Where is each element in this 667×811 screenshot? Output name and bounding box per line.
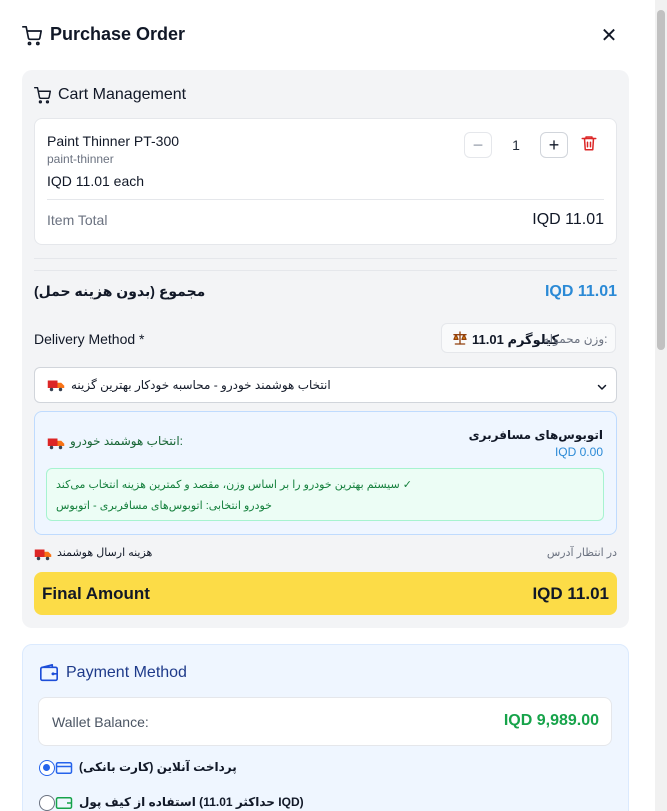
smart-selection-label: انتخاب هوشمند خودرو: xyxy=(70,434,183,448)
truck-icon xyxy=(47,436,65,455)
cart-section-title: Cart Management xyxy=(58,86,187,103)
smart-shipping-label: هزینه ارسال هوشمند xyxy=(57,547,153,559)
scale-icon xyxy=(452,330,468,351)
decrease-quantity-button[interactable]: − xyxy=(464,132,492,158)
payment-section-title: Payment Method xyxy=(66,664,187,681)
delivery-method-select[interactable]: انتخاب هوشمند خودرو - محاسبه خودکار بهتر… xyxy=(34,367,617,403)
scrollbar-thumb[interactable] xyxy=(657,10,665,350)
credit-card-icon xyxy=(55,760,73,781)
final-amount-value: IQD 11.01 xyxy=(532,584,609,603)
wallet-balance-value: IQD 9,989.00 xyxy=(503,712,599,729)
delivery-select-value: انتخاب هوشمند خودرو - محاسبه خودکار بهتر… xyxy=(71,378,331,392)
weight-label: وزن محموله: xyxy=(543,332,608,346)
smart-note: سیستم بهترین خودرو را بر اساس وزن، مقصد … xyxy=(56,479,412,491)
smart-note-box xyxy=(46,468,604,521)
wallet-icon xyxy=(55,795,73,811)
online-payment-radio[interactable] xyxy=(39,760,55,776)
subtotal-value: IQD 11.01 xyxy=(544,283,617,300)
wallet-payment-label[interactable]: استفاده از کیف پول (حداکثر 11.01 IQD) xyxy=(79,795,304,809)
close-icon[interactable]: ✕ xyxy=(598,26,620,48)
wallet-balance-label: Wallet Balance: xyxy=(52,714,149,730)
quantity-value: 1 xyxy=(512,137,520,153)
final-amount-label: Final Amount xyxy=(42,584,150,603)
wallet-icon xyxy=(39,664,59,687)
item-total-label: Item Total xyxy=(47,212,108,228)
wallet-payment-radio[interactable] xyxy=(39,795,55,811)
vehicle-name: اتوبوس‌های مسافربری xyxy=(468,428,603,442)
page-title: Purchase Order xyxy=(50,24,186,44)
delivery-method-label: Delivery Method * xyxy=(34,331,145,347)
divider xyxy=(47,199,604,200)
truck-icon xyxy=(47,378,65,397)
vehicle-price: IQD 0.00 xyxy=(554,445,603,459)
truck-icon xyxy=(34,547,52,566)
item-name: Paint Thinner PT-300 xyxy=(47,133,180,149)
modal-header: Purchase Order ✕ xyxy=(0,0,655,72)
weight-badge: 11.01 کیلوگرم وزن محموله: xyxy=(441,323,616,353)
awaiting-address-text: در انتظار آدرس xyxy=(546,547,617,559)
divider xyxy=(34,270,617,271)
item-total-value: IQD 11.01 xyxy=(532,211,604,228)
item-slug: paint-thinner xyxy=(47,152,114,166)
selected-vehicle-note: خودرو انتخابی: اتوبوس‌های مسافربری - اتو… xyxy=(56,500,272,512)
scrollbar[interactable] xyxy=(655,0,667,811)
trash-icon[interactable] xyxy=(580,134,598,157)
subtotal-label: مجموع (بدون هزینه حمل) xyxy=(34,283,206,299)
item-unit-price: IQD 11.01 each xyxy=(47,173,145,189)
cart-icon xyxy=(22,26,43,51)
cart-icon xyxy=(34,87,52,109)
increase-quantity-button[interactable]: + xyxy=(540,132,568,158)
divider xyxy=(34,258,617,259)
online-payment-label[interactable]: پرداخت آنلاین (کارت بانکی) xyxy=(79,760,237,774)
chevron-down-icon xyxy=(596,380,608,398)
